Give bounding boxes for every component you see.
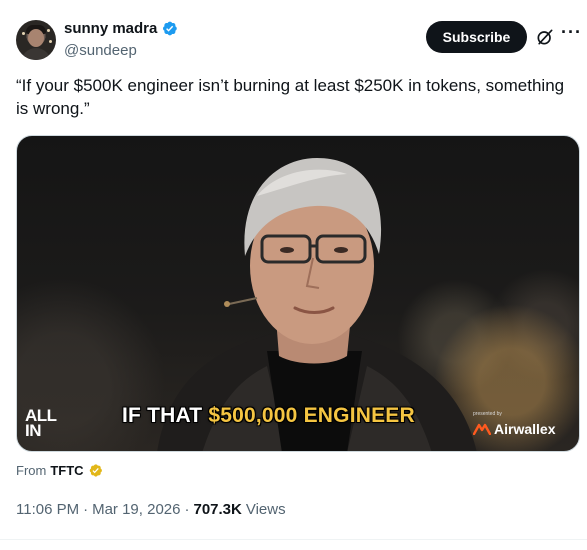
- meta-separator: ·: [83, 501, 89, 518]
- sponsor-logo: Airwallex: [473, 421, 555, 437]
- video-caption: IF THAT $500,000 ENGINEER: [122, 404, 415, 428]
- tweet-time[interactable]: 11:06 PM: [16, 501, 79, 518]
- tweet-text: “If your $500K engineer isn’t burning at…: [16, 76, 565, 118]
- author-handle[interactable]: @sundeep: [64, 42, 137, 59]
- more-options-icon[interactable]: ···: [561, 23, 581, 46]
- meta-separator: ·: [184, 501, 190, 518]
- source-attribution: From TFTC: [16, 463, 103, 478]
- avatar[interactable]: [16, 20, 56, 60]
- views-count[interactable]: 707.3K: [193, 501, 241, 518]
- subscribe-button[interactable]: Subscribe: [426, 21, 527, 53]
- airwallex-logo-icon: [473, 423, 491, 435]
- divider: [0, 539, 587, 540]
- author-display-name[interactable]: sunny madra: [64, 20, 157, 37]
- caption-highlight: $500,000 ENGINEER: [208, 404, 415, 427]
- sponsor-name: Airwallex: [494, 421, 556, 437]
- gold-verified-badge-icon: [89, 464, 102, 477]
- tweet-meta: 11:06 PM · Mar 19, 2026 · 707.3K Views: [16, 501, 286, 518]
- video-media[interactable]: ALL IN IF THAT $500,000 ENGINEER present…: [16, 135, 580, 452]
- from-label: From: [16, 463, 47, 478]
- tweet-header: sunny madra @sundeep Subscribe ···: [16, 18, 581, 62]
- tweet-date[interactable]: Mar 19, 2026: [92, 501, 180, 518]
- presented-by-label: presented by: [473, 411, 502, 417]
- source-name-link[interactable]: TFTC: [50, 463, 83, 478]
- views-label: Views: [245, 501, 286, 518]
- verified-badge-icon: [163, 21, 178, 36]
- caption-prefix: IF THAT: [122, 404, 209, 427]
- grok-icon[interactable]: [535, 27, 555, 47]
- author-name-row[interactable]: sunny madra: [64, 20, 178, 37]
- all-in-logo: ALL IN: [25, 406, 57, 440]
